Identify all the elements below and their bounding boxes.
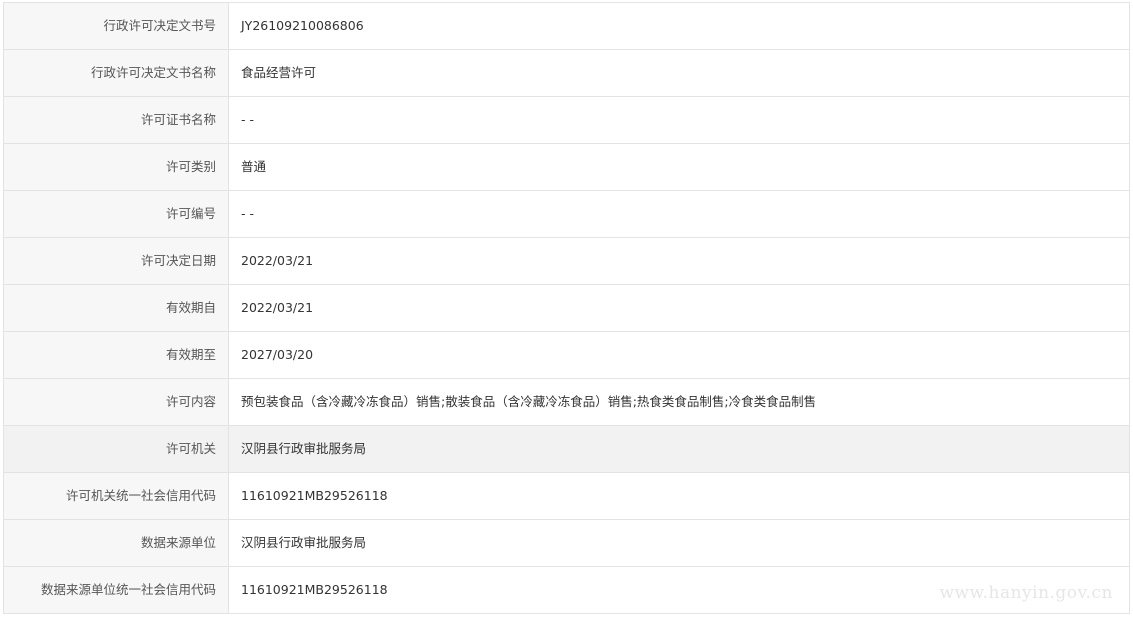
row-label: 行政许可决定文书名称: [4, 50, 229, 96]
row-label: 许可编号: [4, 191, 229, 237]
row-label: 许可机关统一社会信用代码: [4, 473, 229, 519]
row-label: 许可决定日期: [4, 238, 229, 284]
table-row: 许可证书名称 - -: [4, 97, 1130, 144]
row-value: 2022/03/21: [241, 253, 314, 268]
row-value: 2027/03/20: [241, 347, 314, 362]
row-label: 许可机关: [4, 426, 229, 472]
site-watermark: www.hanyin.gov.cn: [939, 583, 1113, 603]
table-row: 有效期至 2027/03/20: [4, 332, 1130, 379]
row-label: 有效期自: [4, 285, 229, 331]
row-value: - -: [241, 112, 254, 127]
table-row: 许可机关统一社会信用代码 11610921MB29526118: [4, 473, 1130, 520]
row-value: 食品经营许可: [241, 65, 317, 80]
table-row: 行政许可决定文书号 JY26109210086806: [4, 3, 1130, 50]
table-row: 许可类别 普通: [4, 144, 1130, 191]
table-row: 许可内容 预包装食品（含冷藏冷冻食品）销售;散装食品（含冷藏冷冻食品）销售;热食…: [4, 379, 1130, 426]
row-label: 许可内容: [4, 379, 229, 425]
table-row: 有效期自 2022/03/21: [4, 285, 1130, 332]
row-label: 许可类别: [4, 144, 229, 190]
table-row: 许可决定日期 2022/03/21: [4, 238, 1130, 285]
permit-detail-table: 行政许可决定文书号 JY26109210086806 行政许可决定文书名称 食品…: [3, 2, 1130, 614]
row-value: 汉阴县行政审批服务局: [241, 441, 367, 456]
row-value: 11610921MB29526118: [241, 488, 388, 503]
row-value: 2022/03/21: [241, 300, 314, 315]
row-label: 许可证书名称: [4, 97, 229, 143]
row-value: - -: [241, 206, 254, 221]
table-row-highlighted: 许可机关 汉阴县行政审批服务局: [4, 426, 1130, 473]
table-row: 许可编号 - -: [4, 191, 1130, 238]
row-label: 数据来源单位: [4, 520, 229, 566]
table-row: 行政许可决定文书名称 食品经营许可: [4, 50, 1130, 97]
row-value: 普通: [241, 159, 267, 174]
row-label: 数据来源单位统一社会信用代码: [4, 567, 229, 613]
row-label: 有效期至: [4, 332, 229, 378]
row-value: 汉阴县行政审批服务局: [241, 535, 367, 550]
table-row: 数据来源单位 汉阴县行政审批服务局: [4, 520, 1130, 567]
row-value: JY26109210086806: [241, 18, 364, 33]
row-value: 预包装食品（含冷藏冷冻食品）销售;散装食品（含冷藏冷冻食品）销售;热食类食品制售…: [241, 394, 817, 409]
row-label: 行政许可决定文书号: [4, 3, 229, 49]
